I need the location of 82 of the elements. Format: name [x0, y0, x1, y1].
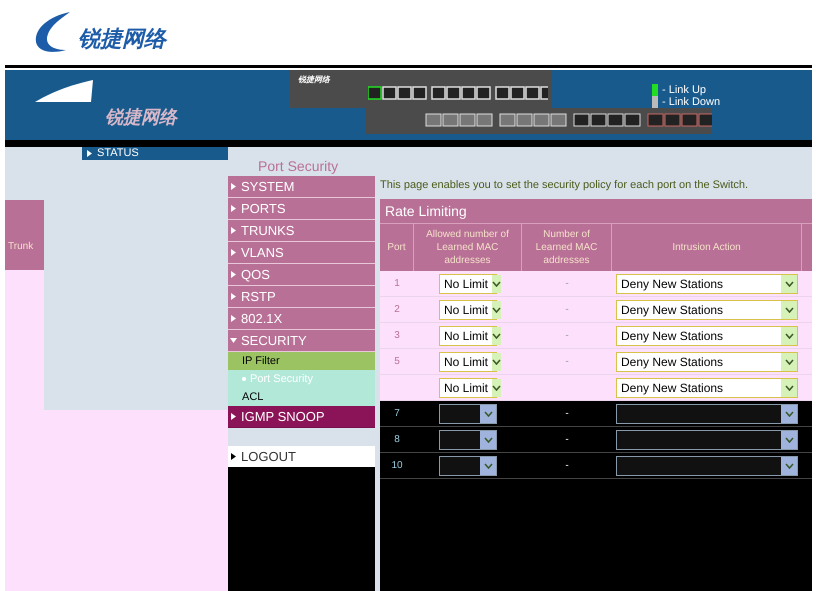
- menu-item[interactable]: IGMP SNOOP: [228, 406, 375, 428]
- submenu-item[interactable]: IP Filter: [228, 352, 375, 370]
- collapsed-arrow-icon: [230, 227, 237, 234]
- column-header: Allowed number of Learned MAC addresses: [414, 223, 522, 271]
- dropdown-chevron-icon: [492, 300, 502, 318]
- learned-count-cell: -: [522, 401, 612, 427]
- dropdown-chevron-icon: [492, 274, 502, 292]
- panel-logo: 锐捷网络: [298, 74, 332, 86]
- collapsed-arrow-icon: [230, 205, 237, 212]
- collapsed-arrow-icon: [230, 413, 237, 420]
- dropdown-select[interactable]: [439, 404, 497, 424]
- dropdown-select[interactable]: [616, 404, 798, 424]
- dropdown-select[interactable]: [439, 456, 497, 476]
- menu-item[interactable]: PORTS: [228, 198, 375, 220]
- port-cell: 1: [380, 271, 414, 297]
- column-header: Intrusion Action: [612, 223, 802, 271]
- menu-item[interactable]: SYSTEM: [228, 176, 375, 198]
- collapsed-arrow-icon: [230, 249, 237, 256]
- dropdown-chevron-icon: [492, 352, 502, 370]
- legend-label: - Link Down: [662, 96, 720, 108]
- dropdown-chevron-icon: [480, 404, 496, 422]
- collapsed-arrow-icon: [230, 271, 237, 278]
- learned-count-cell: -: [522, 453, 612, 479]
- dropdown-chevron-icon: [480, 456, 496, 474]
- menu-item[interactable]: SECURITY: [228, 330, 375, 352]
- learned-count-cell: -: [522, 427, 612, 453]
- menu-item[interactable]: RSTP: [228, 286, 375, 308]
- dropdown-chevron-icon: [781, 404, 797, 422]
- port-cell: 8: [380, 427, 414, 453]
- dropdown-select[interactable]: [616, 430, 798, 450]
- dropdown-select[interactable]: Deny New Stations: [616, 300, 798, 320]
- column-header: Port: [380, 223, 414, 271]
- panel-header-bar: [5, 200, 44, 222]
- dropdown-select[interactable]: [439, 430, 497, 450]
- page-title: Port Security: [257, 157, 340, 176]
- dropdown-select[interactable]: Deny New Stations: [616, 326, 798, 346]
- legend-label: - Link Up: [662, 84, 706, 96]
- dropdown-chevron-icon: [781, 274, 797, 292]
- port-cell: 7: [380, 401, 414, 427]
- status-tab[interactable]: STATUS: [82, 147, 228, 160]
- dropdown-select[interactable]: Deny New Stations: [616, 274, 798, 294]
- dropdown-select[interactable]: [616, 456, 798, 476]
- logo-text: 锐捷网络: [78, 25, 166, 53]
- dropdown-chevron-icon: [781, 378, 797, 396]
- collapsed-arrow-icon: [86, 150, 93, 157]
- port-cell: 10: [380, 453, 414, 479]
- learned-count-cell: -: [522, 349, 612, 375]
- submenu-item[interactable]: ACL: [228, 388, 375, 406]
- dropdown-chevron-icon: [781, 300, 797, 318]
- dropdown-chevron-icon: [480, 430, 496, 448]
- collapsed-arrow-icon: [230, 315, 237, 322]
- menu-item[interactable]: 802.1X: [228, 308, 375, 330]
- description-text: This page enables you to set the security policy for each port on the Switch.: [380, 178, 750, 193]
- expanded-arrow-icon: [230, 337, 237, 344]
- port-cell: 2: [380, 297, 414, 323]
- dropdown-chevron-icon: [781, 456, 797, 474]
- column-header: Number of Learned MAC addresses: [522, 223, 612, 271]
- collapsed-arrow-icon: [230, 183, 237, 190]
- learned-count-cell: -: [522, 323, 612, 349]
- port-cell: 3: [380, 323, 414, 349]
- port-cell: 5: [380, 349, 414, 375]
- column-header: Trunk: [5, 222, 44, 270]
- collapsed-arrow-icon: [230, 453, 237, 460]
- dropdown-select[interactable]: Deny New Stations: [616, 352, 798, 372]
- dropdown-chevron-icon: [781, 326, 797, 344]
- column-header: [802, 223, 812, 271]
- table-title: Rate Limiting: [380, 199, 812, 223]
- swoosh-icon: [35, 80, 93, 102]
- menu-item[interactable]: LOGOUT: [228, 446, 375, 468]
- collapsed-arrow-icon: [230, 293, 237, 300]
- dropdown-chevron-icon: [781, 352, 797, 370]
- dropdown-chevron-icon: [492, 378, 502, 396]
- learned-count-cell: -: [522, 297, 612, 323]
- bullet-icon: [242, 377, 246, 381]
- menu-item[interactable]: VLANS: [228, 242, 375, 264]
- dropdown-chevron-icon: [781, 430, 797, 448]
- menu-item[interactable]: QOS: [228, 264, 375, 286]
- dropdown-select[interactable]: Deny New Stations: [616, 378, 798, 398]
- learned-count-cell: -: [522, 271, 612, 297]
- dropdown-chevron-icon: [492, 326, 502, 344]
- menu-item[interactable]: TRUNKS: [228, 220, 375, 242]
- banner-logo-text: 锐捷网络: [105, 106, 180, 129]
